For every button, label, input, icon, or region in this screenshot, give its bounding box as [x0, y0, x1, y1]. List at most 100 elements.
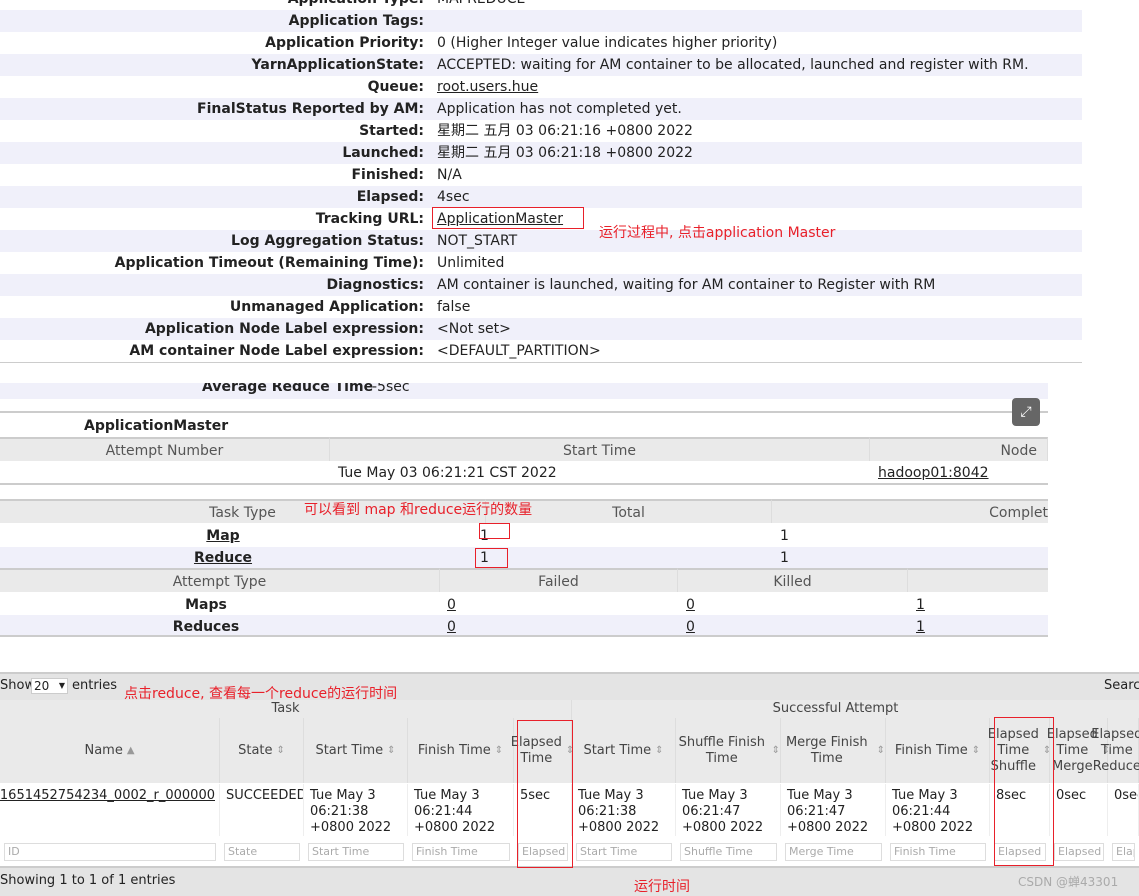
header-attempt-number[interactable]: Attempt Number — [0, 437, 330, 461]
column-filter-input[interactable]: Elapsed Merge — [1054, 843, 1104, 861]
info-label: Application Timeout (Remaining Time): — [114, 255, 424, 271]
table-cell: SUCCEEDED — [220, 784, 304, 836]
info-value: AM container is launched, waiting for AM… — [437, 277, 936, 293]
column-header[interactable]: Finish Time ⇕ — [886, 718, 990, 783]
info-row: Queue: root.users.hue — [0, 76, 1082, 98]
table-cell: Tue May 3 06:21:44 +0800 2022 — [886, 784, 990, 836]
info-value: N/A — [437, 167, 462, 183]
info-value: 星期二 五月 03 06:21:16 +0800 2022 — [437, 123, 693, 139]
reduce-complete: 1 — [780, 550, 789, 566]
reduce-link[interactable]: Reduce — [194, 550, 252, 566]
column-filter-input[interactable]: Elapsed Reduce — [1112, 843, 1135, 861]
header-attempt-type: Attempt Type — [0, 568, 440, 592]
table-cell: Tue May 3 06:21:38 +0800 2022 — [304, 784, 408, 836]
info-label: AM container Node Label expression: — [129, 343, 424, 359]
info-value: 0 (Higher Integer value indicates higher… — [437, 35, 778, 51]
sort-icon[interactable]: ⇕ — [277, 743, 285, 759]
info-row: Application Timeout (Remaining Time): Unl… — [0, 252, 1082, 274]
column-filter-input[interactable]: Start Time — [308, 843, 404, 861]
info-row: Launched: 星期二 五月 03 06:21:18 +0800 2022 — [0, 142, 1082, 164]
header-killed: Killed — [678, 568, 908, 592]
column-filter-input[interactable]: ID — [4, 843, 216, 861]
task-name-link[interactable]: task_1651452754234_0002_r_000000 — [0, 784, 220, 836]
maps-successful-link[interactable]: 1 — [916, 594, 925, 616]
application-master-title: ApplicationMaster — [84, 418, 229, 434]
maps-failed-link[interactable]: 0 — [447, 594, 456, 616]
sort-icon[interactable]: ⇕ — [655, 743, 663, 759]
map-link[interactable]: Map — [206, 528, 239, 544]
sort-icon[interactable]: ⇕ — [972, 743, 980, 759]
average-reduce-time-row: Average Reduce Time -5sec — [0, 383, 1048, 399]
search-label[interactable]: Search — [1104, 678, 1139, 693]
info-link[interactable]: root.users.hue — [437, 76, 538, 98]
column-filter-input[interactable]: Shuffle Time — [680, 843, 777, 861]
table-cell: 0sec — [1050, 784, 1108, 836]
info-row: Diagnostics: AM container is launched, wa… — [0, 274, 1082, 296]
info-label: Application Type: — [288, 0, 424, 10]
table-cell: Tue May 3 06:21:38 +0800 2022 — [572, 784, 676, 836]
info-value: NOT_START — [437, 233, 518, 249]
header-successful — [908, 568, 1048, 592]
info-value: 星期二 五月 03 06:21:18 +0800 2022 — [437, 145, 693, 161]
page-size-select[interactable]: 20 ▼ — [31, 678, 68, 694]
column-header[interactable]: Finish Time ⇕ — [408, 718, 514, 783]
info-row: YarnApplicationState: ACCEPTED: waiting f… — [0, 54, 1082, 76]
sort-icon[interactable]: ⇕ — [387, 743, 395, 759]
info-row: Log Aggregation Status: NOT_START — [0, 230, 1082, 252]
sort-icon[interactable]: ⇕ — [495, 743, 503, 759]
column-filter-input[interactable]: Start Time — [576, 843, 672, 861]
column-header[interactable]: Elapsed Time Reduce⇕ — [1091, 718, 1139, 783]
info-row: Elapsed: 4sec — [0, 186, 1082, 208]
info-value: MAPREDUCE — [437, 0, 525, 10]
table-cell: 0sec — [1108, 784, 1139, 836]
info-value: false — [437, 299, 471, 315]
column-filter-input[interactable]: State — [224, 843, 300, 861]
info-label: Started: — [359, 123, 424, 139]
header-failed: Failed — [440, 568, 678, 592]
info-value: Application has not completed yet. — [437, 101, 682, 117]
reduces-killed-link[interactable]: 0 — [686, 616, 695, 638]
info-value: <DEFAULT_PARTITION> — [437, 343, 601, 359]
info-label: Finished: — [351, 167, 424, 183]
column-header[interactable]: Shuffle Finish Time ⇕ — [676, 718, 781, 783]
info-label: YarnApplicationState: — [251, 57, 424, 73]
table-info: Showing 1 to 1 of 1 entries — [0, 873, 176, 888]
info-value: ACCEPTED: waiting for AM container to be… — [437, 57, 1029, 73]
reduces-successful-link[interactable]: 1 — [916, 616, 925, 638]
info-label: Application Priority: — [265, 35, 424, 51]
info-label: Log Aggregation Status: — [231, 233, 424, 249]
info-row: Finished: N/A — [0, 164, 1082, 186]
map-complete: 1 — [780, 528, 789, 544]
header-complete: Complet — [772, 499, 1048, 523]
expand-icon[interactable]: ⤢ — [1012, 398, 1040, 426]
reduces-failed-link[interactable]: 0 — [447, 616, 456, 638]
sort-icon[interactable]: ⇕ — [772, 743, 780, 759]
sort-icon[interactable]: ▲ — [127, 743, 135, 759]
column-header[interactable]: Start Time ⇕ — [304, 718, 408, 783]
column-filter-input[interactable]: Finish Time — [890, 843, 986, 861]
column-filter-input[interactable]: Finish Time — [412, 843, 510, 861]
column-header[interactable]: Name ▲ — [0, 718, 220, 783]
info-label: Diagnostics: — [326, 277, 424, 293]
am-node-link[interactable]: hadoop01:8042 — [878, 462, 989, 484]
maps-killed-link[interactable]: 0 — [686, 594, 695, 616]
info-label: Application Tags: — [288, 13, 424, 29]
sort-icon[interactable]: ⇕ — [877, 743, 885, 759]
header-node[interactable]: Node — [870, 437, 1048, 461]
group-header-successful-attempt: Successful Attempt — [572, 700, 1139, 718]
table-cell: Tue May 3 06:21:44 +0800 2022 — [408, 784, 514, 836]
watermark: CSDN @蝉43301 — [1018, 875, 1119, 889]
info-row: Started: 星期二 五月 03 06:21:16 +0800 2022 — [0, 120, 1082, 142]
column-filter-input[interactable]: Merge Time — [785, 843, 882, 861]
column-header[interactable]: Start Time ⇕ — [572, 718, 676, 783]
info-row: FinalStatus Reported by AM: Application h… — [0, 98, 1082, 120]
info-label: Unmanaged Application: — [229, 299, 424, 315]
maps-label: Maps — [185, 597, 227, 613]
info-row: AM container Node Label expression: <DEFA… — [0, 340, 1082, 362]
column-header[interactable]: Merge Finish Time ⇕ — [781, 718, 886, 783]
column-header[interactable]: State ⇕ — [220, 718, 304, 783]
info-value: 4sec — [437, 189, 470, 205]
info-row: Unmanaged Application: false — [0, 296, 1082, 318]
info-label: Elapsed: — [356, 189, 424, 205]
header-start-time[interactable]: Start Time — [330, 437, 870, 461]
